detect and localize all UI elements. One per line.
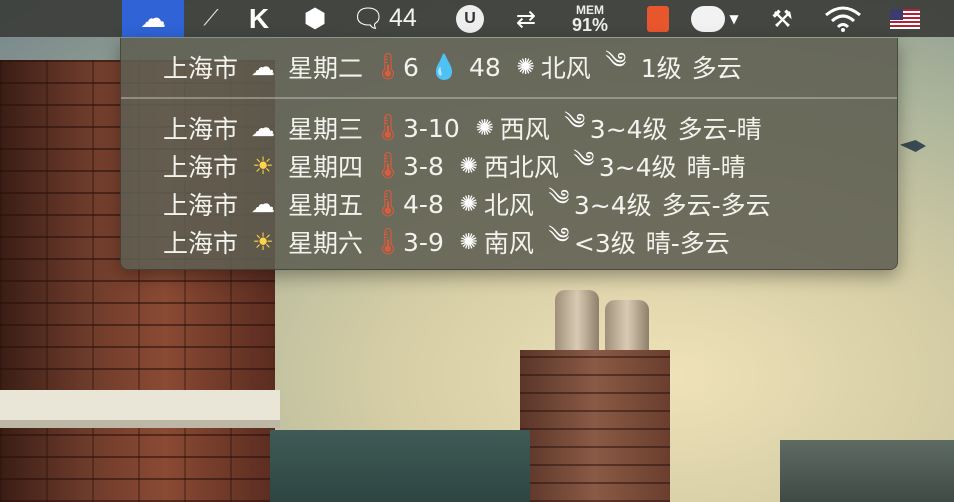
status-count: 44	[389, 4, 417, 32]
weather-text: 多云-晴	[677, 115, 762, 144]
weather-text: 多云-多云	[661, 191, 771, 220]
wind-direction-icon: ✺	[475, 115, 494, 141]
wind-level: <3级	[573, 229, 636, 258]
forecast-row[interactable]: 上海市 ☀ 星期四 🌡 3-8 ✺ 西北风 ༄ 3~4级 晴-晴	[163, 147, 746, 185]
temp-range: 4-8	[403, 189, 444, 219]
weather-dropdown-menu: 上海市 ☁ 星期二 🌡 6 💧 48 ✺ 北风 ༄ 1级 多云 上海市 ☁ 星期…	[120, 38, 898, 270]
wind-direction-icon: ✺	[459, 191, 479, 217]
thermometer-icon: 🌡	[371, 189, 405, 219]
wifi-icon[interactable]	[820, 0, 866, 37]
hammer-icon[interactable]: ⚒	[764, 0, 800, 37]
city-label: 上海市	[163, 54, 239, 83]
cloud-icon: ☁	[251, 114, 276, 142]
thermometer-icon: 🌡	[371, 52, 405, 82]
day-label: 星期六	[288, 229, 364, 258]
menu-separator	[121, 97, 897, 99]
dash-icon[interactable]: ⟋	[193, 0, 229, 37]
toggle-menu-icon[interactable]: ▼	[684, 0, 746, 37]
memory-monitor[interactable]: MEM 91%	[562, 0, 618, 37]
wind-direction: 北风	[540, 54, 591, 83]
city-label: 上海市	[163, 115, 239, 144]
temp-range: 3-10	[403, 113, 460, 143]
city-label: 上海市	[163, 229, 239, 258]
mem-label: MEM	[576, 2, 604, 17]
wind-level-icon: ༄	[573, 148, 595, 173]
weather-text: 多云	[691, 54, 742, 83]
day-label: 星期二	[288, 54, 364, 83]
thermometer-icon: 🌡	[371, 227, 405, 257]
weather-today-row[interactable]: 上海市 ☁ 星期二 🌡 6 💧 48 ✺ 北风 ༄ 1级 多云	[163, 48, 742, 86]
forecast-row[interactable]: 上海市 ☁ 星期五 🌡 4-8 ✺ 北风 ༄ 3~4级 多云-多云	[163, 185, 771, 223]
forecast-row[interactable]: 上海市 ☁ 星期三 🌡 3-10 ✺ 西风 ༄ 3~4级 多云-晴	[163, 109, 762, 147]
network-arrows-icon[interactable]: ⇄	[503, 0, 549, 37]
forecast-row[interactable]: 上海市 ☀ 星期六 🌡 3-9 ✺ 南风 ༄ <3级 晴-多云	[163, 223, 730, 261]
cloud-icon: ☁	[140, 3, 166, 34]
temp-value: 6	[403, 52, 419, 82]
mem-value: 91%	[571, 14, 609, 35]
day-label: 星期四	[288, 153, 364, 182]
wallpaper-roof	[270, 430, 530, 502]
seal-app-icon[interactable]	[640, 0, 676, 37]
wind-level-icon: ༄	[605, 49, 627, 74]
sun-icon: ☀	[252, 228, 274, 256]
temp-range: 3-9	[403, 227, 444, 257]
weather-text: 晴-晴	[686, 153, 746, 182]
water-drop-icon: 💧	[428, 53, 459, 81]
weather-text: 晴-多云	[645, 229, 730, 258]
wind-level: 3~4级	[573, 191, 652, 220]
sun-icon: ☀	[252, 152, 274, 180]
wind-level-icon: ༄	[548, 224, 570, 249]
wind-direction-icon: ✺	[516, 54, 535, 80]
wind-level: 1级	[640, 54, 682, 83]
weather-menu-extra[interactable]: ☁	[122, 0, 184, 37]
wallpaper-chimney-mid	[520, 350, 670, 502]
share-hex-icon[interactable]: ⬢	[297, 0, 333, 37]
chat-icon: 🗨	[352, 3, 386, 34]
wind-level: 3~4级	[589, 115, 668, 144]
cloud-icon: ☁	[251, 190, 276, 218]
menu-bar: ☁ ⟋ K ⬢ 🗨 44 U ⇄ MEM 91% ▼ ⚒	[0, 0, 954, 37]
city-label: 上海市	[163, 153, 239, 182]
wind-direction: 北风	[483, 191, 534, 220]
wind-direction-icon: ✺	[459, 153, 479, 179]
thermometer-icon: 🌡	[371, 151, 405, 181]
thermometer-icon: 🌡	[371, 113, 405, 143]
day-label: 星期五	[288, 191, 364, 220]
status-counter[interactable]: 🗨 44	[352, 0, 436, 37]
wind-direction: 南风	[483, 229, 534, 258]
wind-direction-icon: ✺	[459, 229, 479, 255]
day-label: 星期三	[288, 115, 364, 144]
k-app-icon[interactable]: K	[241, 0, 277, 37]
wallpaper-roof	[780, 440, 954, 502]
us-flag-icon[interactable]	[887, 0, 923, 37]
humidity-value: 48	[468, 52, 501, 82]
wind-level: 3~4级	[598, 153, 677, 182]
cloud-icon: ☁	[251, 53, 276, 81]
city-label: 上海市	[163, 191, 239, 220]
wind-direction: 西风	[499, 115, 550, 144]
temp-range: 3-8	[403, 151, 444, 181]
u-app-icon[interactable]: U	[452, 0, 488, 37]
